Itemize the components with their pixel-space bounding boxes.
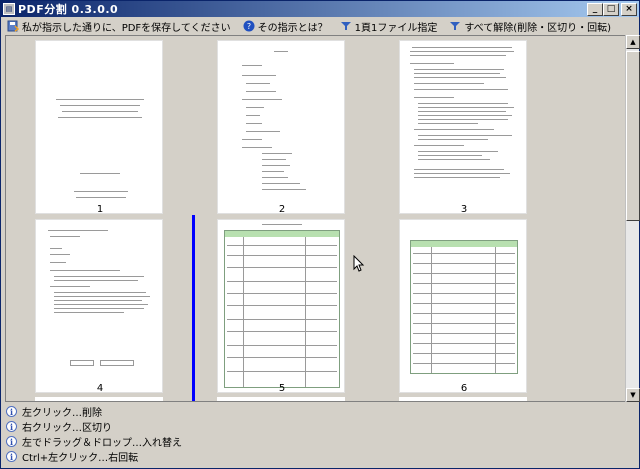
clear-all-button[interactable]: すべて解除(削除・区切り・回転) — [449, 19, 611, 34]
clear-all-label: すべて解除(削除・区切り・回転) — [464, 22, 612, 34]
scroll-thumb[interactable] — [626, 51, 640, 221]
save-icon — [7, 20, 19, 32]
hint-item: i 右クリック…区切り — [1, 419, 639, 434]
page-preview — [399, 40, 527, 214]
info-icon: i — [6, 406, 17, 417]
hint-text: 左でドラッグ＆ドロップ…入れ替え — [22, 438, 182, 449]
page-number: 1 — [96, 204, 104, 215]
one-page-per-file-button[interactable]: 1頁1ファイル指定 — [340, 19, 438, 34]
page-thumbnail[interactable]: 2 — [192, 36, 372, 215]
help-button[interactable]: ? その指示とは？ — [243, 19, 328, 34]
page-preview — [217, 219, 345, 393]
save-pdf-label: 私が指示した通りに、PDFを保存してください — [22, 22, 231, 34]
pin-icon — [449, 20, 461, 32]
one-page-per-file-label: 1頁1ファイル指定 — [354, 22, 438, 34]
page-number: 6 — [460, 383, 468, 394]
hint-text: Ctrl+左クリック…右回転 — [22, 453, 139, 464]
page-number: 2 — [278, 204, 286, 215]
hint-text: 左クリック…削除 — [22, 408, 102, 419]
page-preview — [35, 219, 163, 393]
app-window: ▤ PDF分割 0.3.0.0 _ □ × 私が指示した通りに、PDFを保存して… — [0, 0, 640, 469]
toolbar: 私が指示した通りに、PDFを保存してください ? その指示とは？ 1頁1ファイル… — [1, 17, 639, 35]
help-label: その指示とは？ — [257, 22, 328, 34]
hint-item: i Ctrl+左クリック…右回転 — [1, 449, 639, 464]
maximize-button[interactable]: □ — [603, 2, 619, 16]
page-preview — [399, 219, 527, 393]
hint-item: i 左クリック…削除 — [1, 404, 639, 419]
page-thumbnail[interactable]: 6 — [374, 215, 554, 394]
page-thumbnail[interactable]: 4 — [10, 215, 190, 394]
title-bar[interactable]: ▤ PDF分割 0.3.0.0 _ □ × — [1, 1, 639, 17]
pin-icon — [340, 20, 352, 32]
page-preview — [217, 40, 345, 214]
page-number: 3 — [460, 204, 468, 215]
page-thumbnail[interactable]: 3 — [374, 36, 554, 215]
hint-item: i 左でドラッグ＆ドロップ…入れ替え — [1, 434, 639, 449]
hint-list: i 左クリック…削除 i 右クリック…区切り i 左でドラッグ＆ドロップ…入れ替… — [1, 404, 639, 468]
page-preview — [35, 40, 163, 214]
svg-text:?: ? — [246, 22, 250, 31]
page-number: 4 — [96, 383, 104, 394]
vertical-scrollbar[interactable]: ▲ ▼ — [625, 35, 640, 402]
page-thumbnail-area[interactable]: 1 2 3 4 5 6 — [5, 35, 627, 402]
scroll-down-button[interactable]: ▼ — [626, 388, 640, 402]
info-icon: i — [6, 421, 17, 432]
scroll-up-button[interactable]: ▲ — [626, 35, 640, 49]
page-thumbnail[interactable]: 1 — [10, 36, 190, 215]
save-pdf-button[interactable]: 私が指示した通りに、PDFを保存してください — [7, 19, 231, 34]
info-icon: i — [6, 436, 17, 447]
close-button[interactable]: × — [621, 2, 637, 16]
window-title: PDF分割 0.3.0.0 — [18, 3, 119, 16]
question-icon: ? — [243, 20, 255, 32]
info-icon: i — [6, 451, 17, 462]
mouse-cursor-icon — [353, 255, 365, 272]
app-icon: ▤ — [3, 3, 15, 15]
hint-text: 右クリック…区切り — [22, 423, 112, 434]
page-thumbnail[interactable]: 5 — [192, 215, 372, 394]
minimize-button[interactable]: _ — [587, 2, 603, 16]
page-number: 5 — [278, 383, 286, 394]
split-separator[interactable] — [192, 215, 195, 401]
